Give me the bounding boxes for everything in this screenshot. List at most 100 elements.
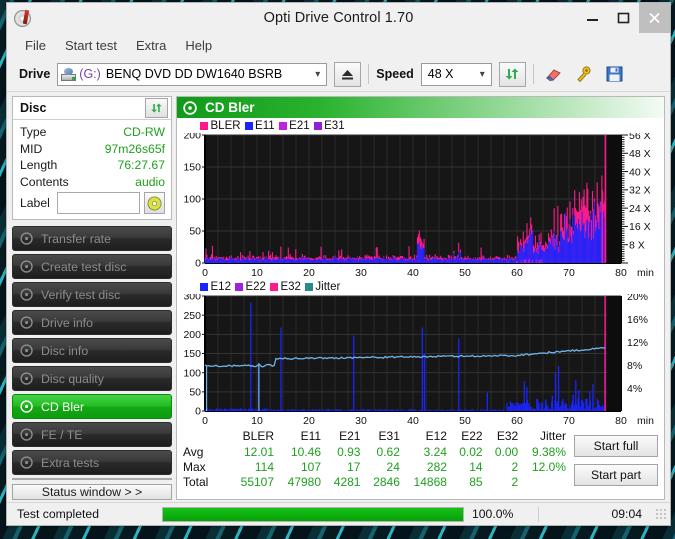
- disc-row-value: CD-RW: [123, 125, 165, 140]
- svg-text:70: 70: [563, 415, 575, 427]
- maximize-icon[interactable]: [608, 3, 639, 33]
- legend-label: E12: [210, 281, 231, 293]
- resize-grip-icon[interactable]: [654, 507, 667, 521]
- page-title: CD Bler: [205, 100, 255, 115]
- refresh-button[interactable]: [498, 61, 526, 87]
- chevron-down-icon[interactable]: ▾: [309, 69, 326, 80]
- legend-swatch-e31: [313, 122, 322, 130]
- drive-label: Drive: [19, 67, 51, 81]
- legend-label: E32: [280, 281, 301, 293]
- eject-button[interactable]: [334, 61, 362, 87]
- disc-row-mid: MID 97m26s65f: [20, 141, 165, 158]
- svg-text:48 X: 48 X: [629, 148, 651, 160]
- svg-text:80: 80: [615, 267, 627, 279]
- bler-chart[interactable]: 0 50 100 150 200 0 10 20 30 40 50 60 70 80 min 8 X 16 X 2…: [179, 133, 657, 279]
- title-bar: Opti Drive Control 1.70: [7, 3, 670, 33]
- stats-col-e21: E21: [339, 429, 361, 443]
- menu-item-help[interactable]: Help: [177, 35, 220, 56]
- disc-panel: Disc Type CD-RW MID 97m26s65f Length 76:…: [12, 96, 172, 220]
- stats-cell: 2: [511, 474, 519, 489]
- application-window: Opti Drive Control 1.70 File Start test …: [6, 2, 671, 526]
- svg-text:50: 50: [459, 415, 471, 427]
- menu-item-file[interactable]: File: [17, 35, 54, 56]
- sidebar-item-fe-te[interactable]: FE / TE: [12, 422, 172, 447]
- stats-cell: 14: [469, 459, 483, 474]
- stats-cell: 17: [347, 459, 361, 474]
- stats-cell: 2846: [373, 474, 400, 489]
- disc-icon: [20, 316, 33, 329]
- sidebar-item-drive-info[interactable]: Drive info: [12, 310, 172, 335]
- sidebar-item-label: CD Bler: [41, 399, 85, 414]
- disc-row-type: Type CD-RW: [20, 124, 165, 141]
- stats-cell: 12.0%: [531, 459, 566, 474]
- svg-text:300: 300: [183, 294, 201, 303]
- status-message: Test completed: [17, 507, 99, 521]
- speed-select[interactable]: 48 X ▾: [420, 62, 492, 86]
- svg-text:50: 50: [189, 226, 201, 238]
- disc-refresh-button[interactable]: [145, 98, 168, 118]
- sidebar-item-cd-bler[interactable]: CD Bler: [12, 394, 172, 419]
- legend-label: BLER: [210, 120, 241, 132]
- window-controls: [577, 3, 670, 33]
- sidebar-item-label: Verify test disc: [41, 287, 121, 302]
- legend-label: Jitter: [315, 281, 341, 293]
- svg-text:40: 40: [407, 267, 419, 279]
- stats-header-row: BLER E11 E21 E31 E12 E22 E32 Jitter: [181, 429, 570, 444]
- eraser-icon[interactable]: [541, 63, 565, 86]
- disc-icon: [183, 100, 197, 115]
- svg-text:20%: 20%: [627, 294, 648, 303]
- sidebar-item-disc-quality[interactable]: Disc quality: [12, 366, 172, 391]
- status-window-button[interactable]: Status window > >: [12, 484, 172, 500]
- start-full-button[interactable]: Start full: [574, 435, 658, 457]
- legend-swatch-e22: [234, 283, 243, 291]
- disc-label-apply-button[interactable]: [143, 192, 165, 214]
- e12-jitter-chart[interactable]: 0 50 100 150 200 250 300 0 10 20 30 40 50 60 70 80 min 4%…: [179, 294, 657, 427]
- svg-text:80: 80: [615, 415, 627, 427]
- left-sidebar: Disc Type CD-RW MID 97m26s65f Length 76:…: [7, 92, 176, 502]
- menu-item-start-test[interactable]: Start test: [57, 35, 125, 56]
- stats-cell: 0.62: [376, 444, 400, 459]
- legend-label: E21: [289, 120, 310, 132]
- tools-icon[interactable]: [572, 63, 596, 86]
- svg-text:0: 0: [202, 415, 208, 427]
- main-area: Disc Type CD-RW MID 97m26s65f Length 76:…: [7, 92, 670, 502]
- chevron-down-icon[interactable]: ▾: [474, 69, 491, 80]
- minimize-icon[interactable]: [577, 3, 608, 33]
- disc-row-key: Type: [20, 125, 47, 140]
- sidebar-item-disc-info[interactable]: Disc info: [12, 338, 172, 363]
- sidebar-item-create-test-disc[interactable]: Create test disc: [12, 254, 172, 279]
- start-part-button[interactable]: Start part: [574, 464, 658, 486]
- stats-col-bler: BLER: [242, 429, 275, 443]
- svg-text:150: 150: [183, 348, 201, 360]
- stats-col-e11: E11: [300, 429, 322, 443]
- stats-cell: 0.02: [459, 444, 483, 459]
- close-icon[interactable]: [639, 3, 670, 33]
- disc-icon: [20, 260, 33, 273]
- disc-label-key: Label: [20, 196, 50, 210]
- disc-row-contents: Contents audio: [20, 174, 165, 191]
- disc-icon: [20, 288, 33, 301]
- svg-text:60: 60: [511, 267, 523, 279]
- sidebar-item-transfer-rate[interactable]: Transfer rate: [12, 226, 172, 251]
- drive-name: BENQ DVD DD DW1640 BSRB: [105, 67, 283, 81]
- disc-icon: [20, 372, 33, 385]
- stats-table-wrap: BLER E11 E21 E31 E12 E22 E32 Jitter Avg …: [177, 429, 570, 489]
- svg-text:8 X: 8 X: [629, 240, 645, 252]
- svg-text:0: 0: [195, 258, 201, 270]
- menu-item-extra[interactable]: Extra: [128, 35, 174, 56]
- drive-select[interactable]: (G:) BENQ DVD DD DW1640 BSRB ▾: [57, 62, 328, 86]
- save-icon[interactable]: [603, 63, 627, 86]
- svg-text:40: 40: [407, 415, 419, 427]
- legend-swatch-bler: [200, 122, 208, 130]
- sidebar-item-verify-test-disc[interactable]: Verify test disc: [12, 282, 172, 307]
- disc-label-row: Label: [20, 192, 165, 214]
- legend-swatch-e11: [244, 122, 253, 130]
- disc-label-input[interactable]: [56, 192, 140, 214]
- table-row: Total 55107 47980 4281 2846 14868 85 2: [181, 474, 570, 489]
- sidebar-item-extra-tests[interactable]: Extra tests: [12, 450, 172, 475]
- status-bar: Test completed 100.0% 09:04: [7, 502, 670, 525]
- toolbar-divider: [368, 64, 370, 84]
- stats-col-e22: E22: [461, 429, 483, 443]
- svg-text:200: 200: [183, 329, 201, 341]
- legend-swatch-e32: [269, 283, 278, 291]
